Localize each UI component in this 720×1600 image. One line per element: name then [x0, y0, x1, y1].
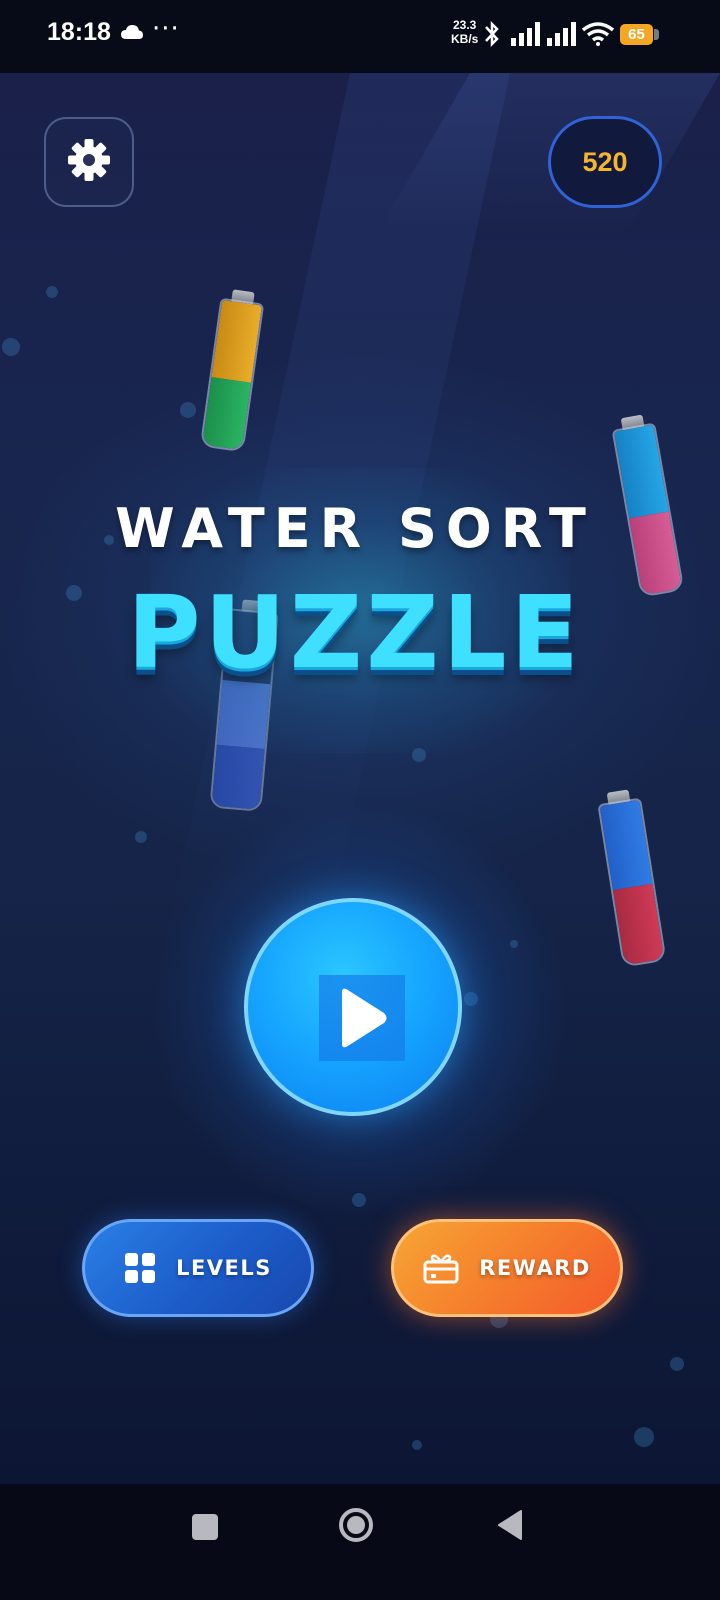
net-speed-unit: KB/s	[451, 32, 479, 46]
status-bar: 18:18 ··· 23.3 KB/s 65	[0, 0, 720, 73]
home-circle-icon	[347, 1516, 365, 1534]
recents-button[interactable]	[192, 1514, 218, 1540]
play-icon	[319, 975, 405, 1061]
battery-icon: 65	[620, 24, 653, 45]
liquid-layer	[211, 299, 262, 383]
coins-counter[interactable]: 520	[548, 116, 662, 208]
game-home-screen: 18:18 ··· 23.3 KB/s 65 520 WATER SORT PU…	[0, 0, 720, 1600]
liquid-layer	[612, 883, 665, 968]
status-more-dots: ···	[152, 14, 180, 44]
play-button[interactable]	[244, 898, 462, 1116]
bottle-right-lower	[597, 789, 667, 968]
wifi-icon	[581, 22, 615, 50]
net-speed: 23.3 KB/s	[451, 18, 478, 46]
back-button[interactable]	[497, 1509, 523, 1545]
net-speed-value: 23.3	[452, 18, 477, 32]
bubble	[180, 402, 196, 418]
liquid-layer	[211, 744, 265, 812]
reward-button[interactable]: REWARD	[391, 1219, 623, 1317]
gear-icon	[66, 137, 112, 187]
bottle-top-left	[199, 289, 265, 453]
bottle-body	[597, 797, 667, 968]
bubble	[135, 831, 147, 843]
bubble	[46, 286, 58, 298]
title-line-2: PUZZLE	[127, 574, 583, 691]
bubble	[412, 1440, 422, 1450]
settings-button[interactable]	[44, 117, 134, 207]
reward-label: REWARD	[479, 1256, 591, 1280]
levels-button[interactable]: LEVELS	[82, 1219, 314, 1317]
bubble	[634, 1427, 654, 1447]
bubble	[2, 338, 20, 356]
system-nav-bar	[0, 1484, 720, 1600]
bluetooth-icon	[483, 20, 501, 52]
battery-tip	[654, 29, 659, 40]
title-line-1: WATER SORT	[115, 497, 595, 560]
signal-icon	[547, 22, 577, 50]
bottle-body	[199, 297, 265, 453]
bubble	[670, 1357, 684, 1371]
liquid-layer	[201, 377, 252, 453]
coins-value: 520	[582, 146, 628, 177]
gift-icon	[423, 1252, 459, 1284]
liquid-layer	[599, 799, 653, 891]
levels-label: LEVELS	[176, 1256, 272, 1280]
grid-icon	[124, 1252, 156, 1284]
cloud-icon	[120, 24, 144, 44]
status-time: 18:18	[47, 18, 111, 46]
signal-icon	[511, 22, 541, 50]
